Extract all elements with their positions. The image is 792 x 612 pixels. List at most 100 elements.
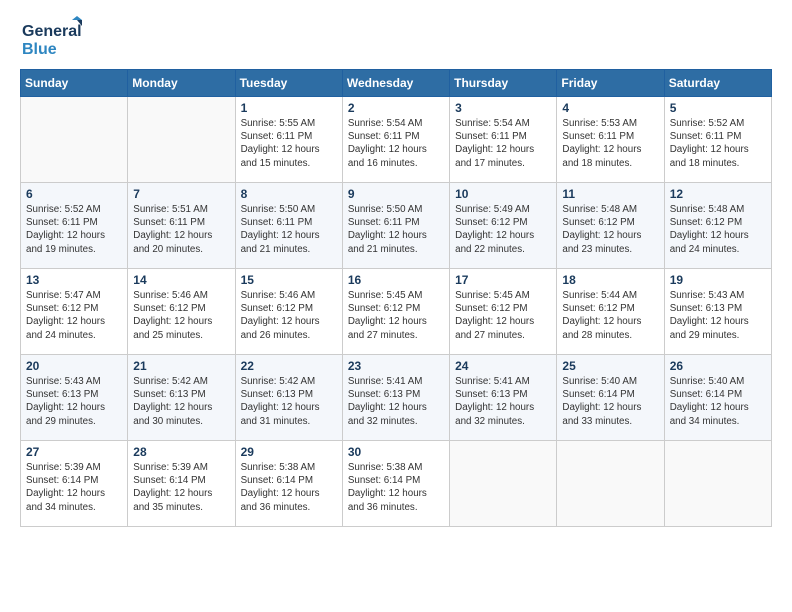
day-number: 14 [133,273,229,287]
logo: GeneralBlue [20,16,90,61]
day-number: 16 [348,273,444,287]
day-number: 20 [26,359,122,373]
calendar-cell: 19 Sunrise: 5:43 AM Sunset: 6:13 PM Dayli… [664,269,771,355]
calendar-cell [21,97,128,183]
day-number: 26 [670,359,766,373]
calendar-cell: 29 Sunrise: 5:38 AM Sunset: 6:14 PM Dayli… [235,441,342,527]
day-info: Sunrise: 5:39 AM Sunset: 6:14 PM Dayligh… [26,461,122,514]
svg-text:General: General [22,23,82,40]
day-number: 12 [670,187,766,201]
day-info: Sunrise: 5:42 AM Sunset: 6:13 PM Dayligh… [241,375,337,428]
calendar-week-row: 6 Sunrise: 5:52 AM Sunset: 6:11 PM Daylig… [21,183,772,269]
day-info: Sunrise: 5:46 AM Sunset: 6:12 PM Dayligh… [241,289,337,342]
logo-svg: GeneralBlue [20,16,90,61]
calendar-week-row: 27 Sunrise: 5:39 AM Sunset: 6:14 PM Dayli… [21,441,772,527]
day-number: 2 [348,101,444,115]
calendar-cell: 25 Sunrise: 5:40 AM Sunset: 6:14 PM Dayli… [557,355,664,441]
weekday-header-tuesday: Tuesday [235,70,342,97]
day-info: Sunrise: 5:48 AM Sunset: 6:12 PM Dayligh… [670,203,766,256]
day-number: 9 [348,187,444,201]
weekday-header-saturday: Saturday [664,70,771,97]
day-info: Sunrise: 5:45 AM Sunset: 6:12 PM Dayligh… [455,289,551,342]
day-number: 18 [562,273,658,287]
calendar-cell: 1 Sunrise: 5:55 AM Sunset: 6:11 PM Daylig… [235,97,342,183]
day-info: Sunrise: 5:40 AM Sunset: 6:14 PM Dayligh… [562,375,658,428]
day-info: Sunrise: 5:40 AM Sunset: 6:14 PM Dayligh… [670,375,766,428]
calendar-cell: 7 Sunrise: 5:51 AM Sunset: 6:11 PM Daylig… [128,183,235,269]
day-info: Sunrise: 5:50 AM Sunset: 6:11 PM Dayligh… [348,203,444,256]
calendar-cell: 20Sunrise: 5:43 AM Sunset: 6:13 PM Dayli… [21,355,128,441]
day-info: Sunrise: 5:54 AM Sunset: 6:11 PM Dayligh… [348,117,444,170]
calendar-cell: 6 Sunrise: 5:52 AM Sunset: 6:11 PM Daylig… [21,183,128,269]
day-number: 29 [241,445,337,459]
weekday-header-friday: Friday [557,70,664,97]
day-info: Sunrise: 5:52 AM Sunset: 6:11 PM Dayligh… [26,203,122,256]
calendar-cell: 21Sunrise: 5:42 AM Sunset: 6:13 PM Dayli… [128,355,235,441]
day-info: Sunrise: 5:49 AM Sunset: 6:12 PM Dayligh… [455,203,551,256]
day-info: Sunrise: 5:43 AM Sunset: 6:13 PM Dayligh… [670,289,766,342]
day-number: 30 [348,445,444,459]
day-info: Sunrise: 5:39 AM Sunset: 6:14 PM Dayligh… [133,461,229,514]
day-number: 28 [133,445,229,459]
day-info: Sunrise: 5:47 AM Sunset: 6:12 PM Dayligh… [26,289,122,342]
calendar-cell: 26 Sunrise: 5:40 AM Sunset: 6:14 PM Dayli… [664,355,771,441]
day-info: Sunrise: 5:50 AM Sunset: 6:11 PM Dayligh… [241,203,337,256]
weekday-header-sunday: Sunday [21,70,128,97]
calendar-cell [128,97,235,183]
day-number: 5 [670,101,766,115]
calendar-cell: 15 Sunrise: 5:46 AM Sunset: 6:12 PM Dayli… [235,269,342,355]
calendar-table: SundayMondayTuesdayWednesdayThursdayFrid… [20,69,772,527]
day-info: Sunrise: 5:38 AM Sunset: 6:14 PM Dayligh… [241,461,337,514]
calendar-cell: 5 Sunrise: 5:52 AM Sunset: 6:11 PM Daylig… [664,97,771,183]
calendar-cell: 28 Sunrise: 5:39 AM Sunset: 6:14 PM Dayli… [128,441,235,527]
calendar-cell: 11Sunrise: 5:48 AM Sunset: 6:12 PM Dayli… [557,183,664,269]
weekday-header-thursday: Thursday [450,70,557,97]
calendar-cell: 16 Sunrise: 5:45 AM Sunset: 6:12 PM Dayli… [342,269,449,355]
day-info: Sunrise: 5:51 AM Sunset: 6:11 PM Dayligh… [133,203,229,256]
day-number: 11 [562,187,658,201]
day-number: 24 [455,359,551,373]
day-number: 1 [241,101,337,115]
calendar-cell: 14Sunrise: 5:46 AM Sunset: 6:12 PM Dayli… [128,269,235,355]
calendar-cell: 22 Sunrise: 5:42 AM Sunset: 6:13 PM Dayli… [235,355,342,441]
calendar-cell: 13 Sunrise: 5:47 AM Sunset: 6:12 PM Dayli… [21,269,128,355]
day-info: Sunrise: 5:54 AM Sunset: 6:11 PM Dayligh… [455,117,551,170]
header: GeneralBlue [20,16,772,61]
calendar-cell [664,441,771,527]
day-number: 4 [562,101,658,115]
calendar-cell: 23 Sunrise: 5:41 AM Sunset: 6:13 PM Dayli… [342,355,449,441]
day-number: 10 [455,187,551,201]
day-info: Sunrise: 5:53 AM Sunset: 6:11 PM Dayligh… [562,117,658,170]
day-info: Sunrise: 5:45 AM Sunset: 6:12 PM Dayligh… [348,289,444,342]
day-number: 6 [26,187,122,201]
day-number: 3 [455,101,551,115]
calendar-cell: 10 Sunrise: 5:49 AM Sunset: 6:12 PM Dayli… [450,183,557,269]
day-info: Sunrise: 5:41 AM Sunset: 6:13 PM Dayligh… [348,375,444,428]
day-number: 25 [562,359,658,373]
calendar-week-row: 20Sunrise: 5:43 AM Sunset: 6:13 PM Dayli… [21,355,772,441]
calendar-cell [557,441,664,527]
calendar-cell: 12 Sunrise: 5:48 AM Sunset: 6:12 PM Dayli… [664,183,771,269]
day-info: Sunrise: 5:38 AM Sunset: 6:14 PM Dayligh… [348,461,444,514]
day-number: 8 [241,187,337,201]
day-number: 13 [26,273,122,287]
day-info: Sunrise: 5:41 AM Sunset: 6:13 PM Dayligh… [455,375,551,428]
calendar-cell: 9 Sunrise: 5:50 AM Sunset: 6:11 PM Daylig… [342,183,449,269]
calendar-week-row: 13 Sunrise: 5:47 AM Sunset: 6:12 PM Dayli… [21,269,772,355]
calendar-week-row: 1 Sunrise: 5:55 AM Sunset: 6:11 PM Daylig… [21,97,772,183]
day-number: 15 [241,273,337,287]
calendar-header-row: SundayMondayTuesdayWednesdayThursdayFrid… [21,70,772,97]
calendar-page: GeneralBlue SundayMondayTuesdayWednesday… [0,0,792,612]
weekday-header-monday: Monday [128,70,235,97]
day-info: Sunrise: 5:52 AM Sunset: 6:11 PM Dayligh… [670,117,766,170]
day-number: 7 [133,187,229,201]
day-number: 23 [348,359,444,373]
day-info: Sunrise: 5:42 AM Sunset: 6:13 PM Dayligh… [133,375,229,428]
calendar-cell: 30 Sunrise: 5:38 AM Sunset: 6:14 PM Dayli… [342,441,449,527]
day-number: 27 [26,445,122,459]
calendar-cell: 17Sunrise: 5:45 AM Sunset: 6:12 PM Dayli… [450,269,557,355]
day-number: 19 [670,273,766,287]
day-number: 22 [241,359,337,373]
day-info: Sunrise: 5:55 AM Sunset: 6:11 PM Dayligh… [241,117,337,170]
calendar-cell: 3 Sunrise: 5:54 AM Sunset: 6:11 PM Daylig… [450,97,557,183]
